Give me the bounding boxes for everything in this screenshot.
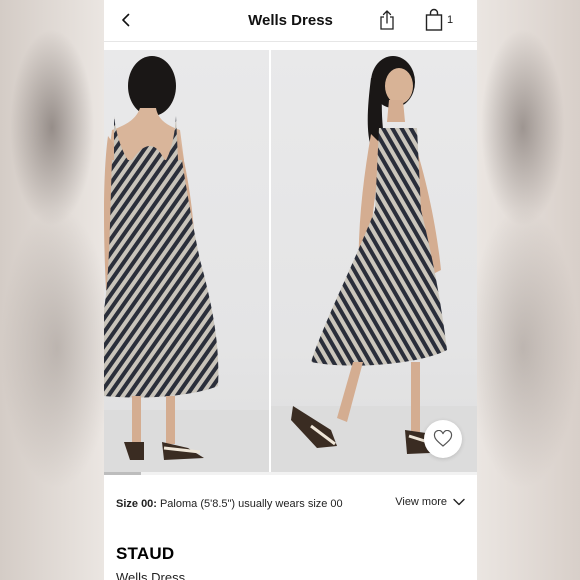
share-icon bbox=[380, 10, 394, 30]
chevron-down-icon bbox=[453, 498, 465, 506]
blurred-background-left bbox=[0, 0, 104, 580]
page-title: Wells Dress bbox=[248, 12, 333, 29]
model-side-view bbox=[271, 56, 477, 472]
size-label: Size 00: bbox=[116, 498, 157, 510]
brand-name[interactable]: STAUD bbox=[116, 544, 174, 564]
gallery-scroll-thumb bbox=[104, 472, 142, 475]
bag-count: 1 bbox=[447, 14, 454, 26]
product-name: Wells Dress bbox=[116, 570, 186, 580]
size-info: Size 00: Paloma (5'8.5") usually wears s… bbox=[116, 496, 465, 512]
heart-icon bbox=[433, 430, 453, 447]
product-page: Wells Dress 1 Size 00: Paloma (5'8.5") u… bbox=[104, 0, 477, 580]
size-text: Paloma (5'8.5") usually wears size 00 bbox=[159, 498, 343, 510]
top-bar: Wells Dress 1 bbox=[104, 0, 477, 42]
shopping-bag-icon bbox=[425, 8, 443, 31]
product-image-side[interactable] bbox=[271, 50, 477, 472]
view-more-label: View more bbox=[395, 496, 447, 508]
blurred-background-right bbox=[476, 0, 580, 580]
gallery-scroll-indicator bbox=[104, 472, 477, 475]
model-back-view bbox=[104, 56, 269, 472]
product-image-back[interactable] bbox=[104, 50, 269, 472]
favorite-button[interactable] bbox=[424, 420, 462, 458]
view-more-button[interactable]: View more bbox=[395, 496, 465, 508]
share-button[interactable] bbox=[378, 10, 398, 32]
shopping-bag-button[interactable] bbox=[425, 8, 445, 32]
image-gallery[interactable] bbox=[104, 50, 477, 472]
